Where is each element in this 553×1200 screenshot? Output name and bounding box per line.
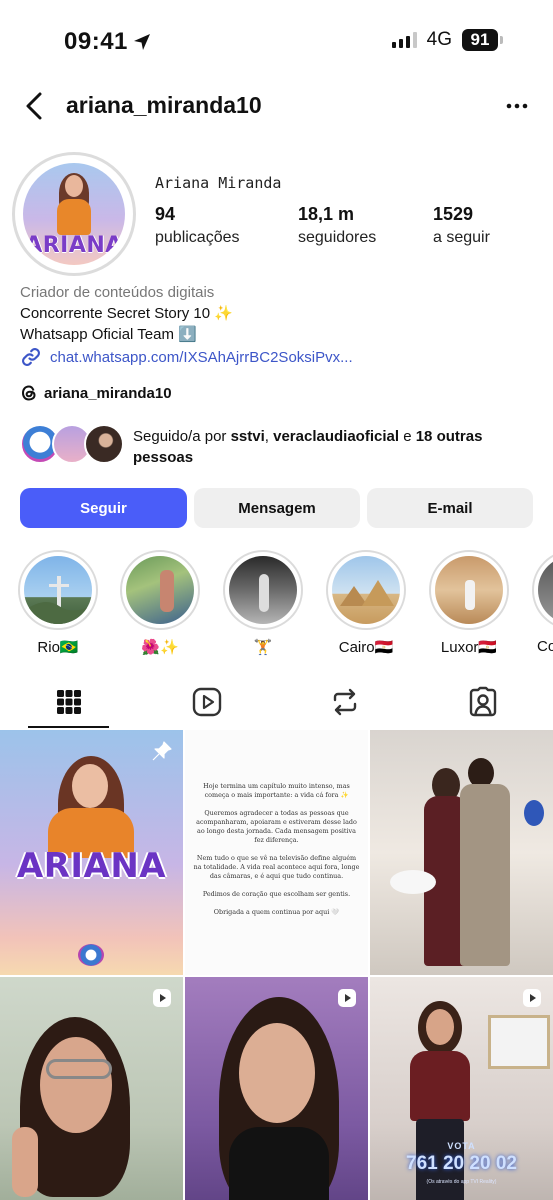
post-tile[interactable]: ARIANA — [0, 730, 183, 975]
follower-avatar — [84, 424, 124, 464]
post-title-text: ARIANA — [16, 846, 167, 886]
follow-button[interactable]: Seguir — [20, 488, 187, 528]
battery-icon: 91 — [462, 29, 503, 51]
post-tile[interactable] — [0, 977, 183, 1200]
email-button[interactable]: E-mail — [367, 488, 533, 528]
profile-avatar[interactable]: ARIANA — [12, 152, 136, 276]
header-username: ariana_miranda10 — [66, 92, 262, 118]
location-arrow-icon — [133, 34, 150, 50]
stat-value: 18,1 m — [298, 204, 355, 224]
followed-by-text: Seguido/a por sstvi, veraclaudiaoficial … — [133, 426, 533, 468]
profile-actions: Seguir Mensagem E-mail — [20, 488, 533, 528]
stat-followers[interactable]: 18,1 m seguidores — [298, 204, 376, 247]
followed-by[interactable]: Seguido/a por sstvi, veraclaudiaoficial … — [20, 424, 540, 468]
highlight-item[interactable]: Rio🇧🇷 — [17, 550, 99, 656]
vote-label: VOTA — [447, 1141, 476, 1151]
threads-handle: ariana_miranda10 — [44, 384, 172, 402]
follower-name: veraclaudiaoficial — [273, 428, 400, 445]
avatar-text: ARIANA — [25, 233, 123, 258]
battery-level: 91 — [462, 29, 498, 51]
followed-last: pessoas — [133, 449, 194, 466]
reel-icon — [523, 989, 541, 1007]
pin-icon — [152, 741, 172, 761]
link-text: chat.whatsapp.com/IXSAhAjrrBC2SoksiPvx..… — [50, 348, 353, 366]
bio-line: Whatsapp Oficial Team ⬇️ — [20, 326, 197, 343]
highlight-label: 🏋️ — [253, 639, 273, 656]
highlight-item[interactable]: Co — [531, 550, 553, 655]
status-bar: 09:41 4G 91 — [0, 0, 553, 80]
reel-icon — [338, 989, 356, 1007]
highlight-label: 🌺✨ — [141, 639, 179, 656]
follower-name: sstvi — [230, 428, 265, 445]
highlight-item[interactable]: 🌺✨ — [119, 550, 201, 656]
grid-tab-icon[interactable] — [53, 686, 85, 718]
more-options-icon[interactable] — [505, 94, 529, 118]
post-paragraph: Hoje termina um capítulo muito intenso, … — [203, 782, 350, 799]
stat-following[interactable]: 1529 a seguir — [433, 204, 490, 247]
reel-icon — [153, 989, 171, 1007]
clock: 09:41 — [64, 28, 128, 55]
post-tile[interactable]: Hoje termina um capítulo muito intenso, … — [185, 730, 368, 975]
stat-label: publicações — [155, 229, 240, 246]
profile-header: ariana_miranda10 — [0, 86, 553, 126]
vote-number: 761 20 20 02 — [406, 1153, 517, 1174]
active-tab-indicator — [28, 726, 109, 728]
post-tile[interactable] — [185, 977, 368, 1200]
post-paragraph: Obrigada a quem continua por aqui 🤍 — [213, 908, 340, 916]
post-tile[interactable]: VOTA 761 20 20 02 (Os através do app TVI… — [370, 977, 553, 1200]
tagged-tab-icon[interactable] — [467, 686, 499, 718]
followed-suffix: e — [399, 428, 416, 445]
post-tile[interactable] — [370, 730, 553, 975]
link-icon — [22, 348, 40, 366]
message-button[interactable]: Mensagem — [194, 488, 360, 528]
secret-story-logo — [78, 944, 104, 966]
highlight-label: Cairo🇪🇬 — [338, 639, 394, 656]
followed-prefix: Seguido/a por — [133, 428, 231, 445]
profile-tabs — [0, 680, 553, 730]
bio-link[interactable]: chat.whatsapp.com/IXSAhAjrrBC2SoksiPvx..… — [20, 346, 353, 368]
highlight-label: Co — [537, 638, 553, 655]
post-paragraph: Pedimos de coração que escolham ser gent… — [202, 890, 351, 898]
status-time: 09:41 — [64, 28, 152, 56]
stat-posts[interactable]: 94 publicações — [155, 204, 240, 247]
stat-label: seguidores — [298, 229, 377, 246]
followed-others: 18 outras — [415, 428, 483, 445]
reels-tab-icon[interactable] — [191, 686, 223, 718]
post-paragraph: Nem tudo o que se vê na televisão define… — [193, 854, 360, 880]
highlight-item[interactable]: 🏋️ — [222, 550, 304, 656]
followed-sep: , — [264, 428, 274, 445]
stat-label: a seguir — [433, 229, 490, 246]
cellular-signal-icon — [391, 32, 417, 48]
profile-full-name: Ariana Miranda — [155, 174, 282, 192]
network-type: 4G — [426, 29, 452, 50]
post-paragraph: Queremos agradecer a todas as pessoas qu… — [196, 809, 357, 844]
avatar-image: ARIANA — [23, 163, 125, 265]
highlight-item[interactable]: Cairo🇪🇬 — [325, 550, 407, 656]
threads-badge[interactable]: ariana_miranda10 — [20, 384, 172, 402]
stat-value: 94 — [155, 204, 176, 224]
bio-line: Concorrente Secret Story 10 ✨ — [20, 305, 233, 322]
highlight-label: Rio🇧🇷 — [37, 639, 79, 656]
back-arrow-icon[interactable] — [22, 90, 50, 122]
profile-bio: Criador de conteúdos digitais Concorrent… — [20, 283, 540, 345]
threads-icon — [21, 385, 36, 401]
stat-value: 1529 — [433, 204, 474, 224]
profile-category: Criador de conteúdos digitais — [20, 284, 215, 301]
vote-caption: (Os através do app TVI Reality) — [426, 1179, 497, 1185]
highlight-label: Luxor🇪🇬 — [440, 639, 498, 656]
reposts-tab-icon[interactable] — [329, 686, 361, 718]
highlight-item[interactable]: Luxor🇪🇬 — [428, 550, 510, 656]
